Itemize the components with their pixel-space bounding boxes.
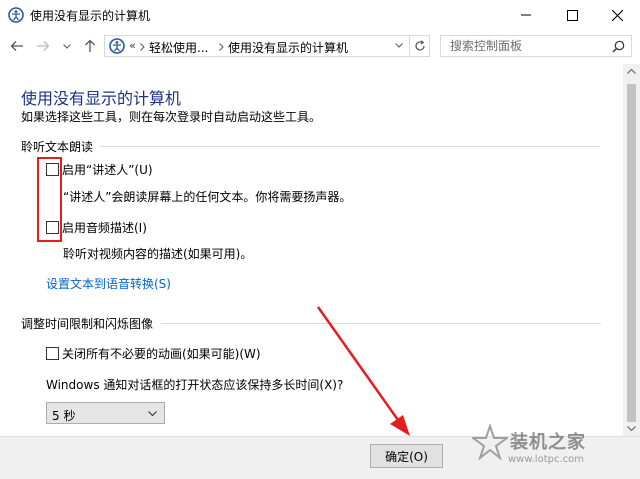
notification-duration-select[interactable]: 5 秒 xyxy=(46,402,165,424)
minimize-icon xyxy=(521,14,531,16)
address-bar[interactable]: « 轻松使用... 使用没有显示的计算机 xyxy=(104,35,410,57)
back-button[interactable] xyxy=(9,38,25,54)
breadcrumb-item-ease-of-access[interactable]: 轻松使用... xyxy=(149,39,208,56)
navigation-bar: « 轻松使用... 使用没有显示的计算机 xyxy=(0,32,640,60)
text-to-speech-link[interactable]: 设置文本到语音转换(S) xyxy=(46,275,171,292)
annotation-highlight-box xyxy=(37,157,62,242)
chevron-right-icon xyxy=(140,43,145,51)
star-logo-icon xyxy=(472,424,508,460)
section-heading-time-limits: 调整时间限制和闪烁图像 xyxy=(21,317,154,331)
vertical-scrollbar[interactable] xyxy=(623,64,640,436)
chevron-down-icon[interactable] xyxy=(395,43,403,48)
watermark: 装机之家 www.lotpc.com xyxy=(458,418,638,478)
page-title: 使用没有显示的计算机 xyxy=(21,89,182,108)
window: 使用没有显示的计算机 « 轻松使用... 使用没有显示的计算机 搜索控制面板 使… xyxy=(0,0,640,479)
close-button[interactable] xyxy=(594,0,640,30)
narrator-label[interactable]: 启用“讲述人”(U) xyxy=(62,161,153,178)
refresh-icon xyxy=(414,40,425,51)
ease-of-access-icon xyxy=(109,38,125,54)
arrow-up-icon xyxy=(85,39,95,52)
recent-locations-button[interactable] xyxy=(59,38,75,54)
search-box[interactable] xyxy=(440,35,632,57)
narrator-note: “讲述人”会朗读屏幕上的任何文本。你将需要扬声器。 xyxy=(63,190,352,204)
page-description: 如果选择这些工具，则在每次登录时自动启动这些工具。 xyxy=(21,110,322,124)
search-icon[interactable] xyxy=(612,40,625,53)
forward-button[interactable] xyxy=(35,38,51,54)
section-divider xyxy=(161,323,601,324)
close-icon xyxy=(611,9,623,21)
arrow-left-icon xyxy=(10,41,23,51)
ease-of-access-icon xyxy=(8,7,24,23)
chevron-down-icon xyxy=(148,411,157,416)
search-input[interactable] xyxy=(441,36,610,56)
disable-animations-label[interactable]: 关闭所有不必要的动画(如果可能)(W) xyxy=(62,345,261,362)
scrollbar-thumb[interactable] xyxy=(627,84,636,422)
scroll-up-icon[interactable] xyxy=(627,69,636,74)
ok-button[interactable]: 确定(O) xyxy=(370,444,443,468)
breadcrumb-item-current[interactable]: 使用没有显示的计算机 xyxy=(228,39,348,56)
maximize-icon xyxy=(566,9,578,21)
notification-duration-value: 5 秒 xyxy=(52,409,76,423)
section-divider xyxy=(100,146,600,147)
breadcrumb-overflow[interactable]: « xyxy=(129,39,136,52)
title-bar: 使用没有显示的计算机 xyxy=(0,0,640,30)
audio-description-label[interactable]: 启用音频描述(I) xyxy=(62,219,147,236)
up-button[interactable] xyxy=(82,38,98,54)
refresh-button[interactable] xyxy=(410,35,430,57)
section-heading-text-read-aloud: 聆听文本朗读 xyxy=(21,140,94,154)
watermark-text: 装机之家 xyxy=(510,432,586,453)
disable-animations-checkbox[interactable] xyxy=(46,347,59,360)
chevron-down-icon xyxy=(63,43,71,49)
maximize-button[interactable] xyxy=(549,0,595,30)
chevron-right-icon xyxy=(219,43,224,51)
audio-description-note: 聆听对视频内容的描述(如果可用)。 xyxy=(63,247,253,261)
notification-duration-question: Windows 通知对话框的打开状态应该保持多长时间(X)? xyxy=(46,378,344,392)
minimize-button[interactable] xyxy=(503,0,549,30)
window-title: 使用没有显示的计算机 xyxy=(30,9,151,23)
arrow-right-icon xyxy=(37,41,50,51)
watermark-url: www.lotpc.com xyxy=(508,454,584,465)
disable-animations-option[interactable]: 关闭所有不必要的动画(如果可能)(W) xyxy=(46,345,261,362)
content-pane: 使用没有显示的计算机 如果选择这些工具，则在每次登录时自动启动这些工具。 聆听文… xyxy=(0,64,622,436)
